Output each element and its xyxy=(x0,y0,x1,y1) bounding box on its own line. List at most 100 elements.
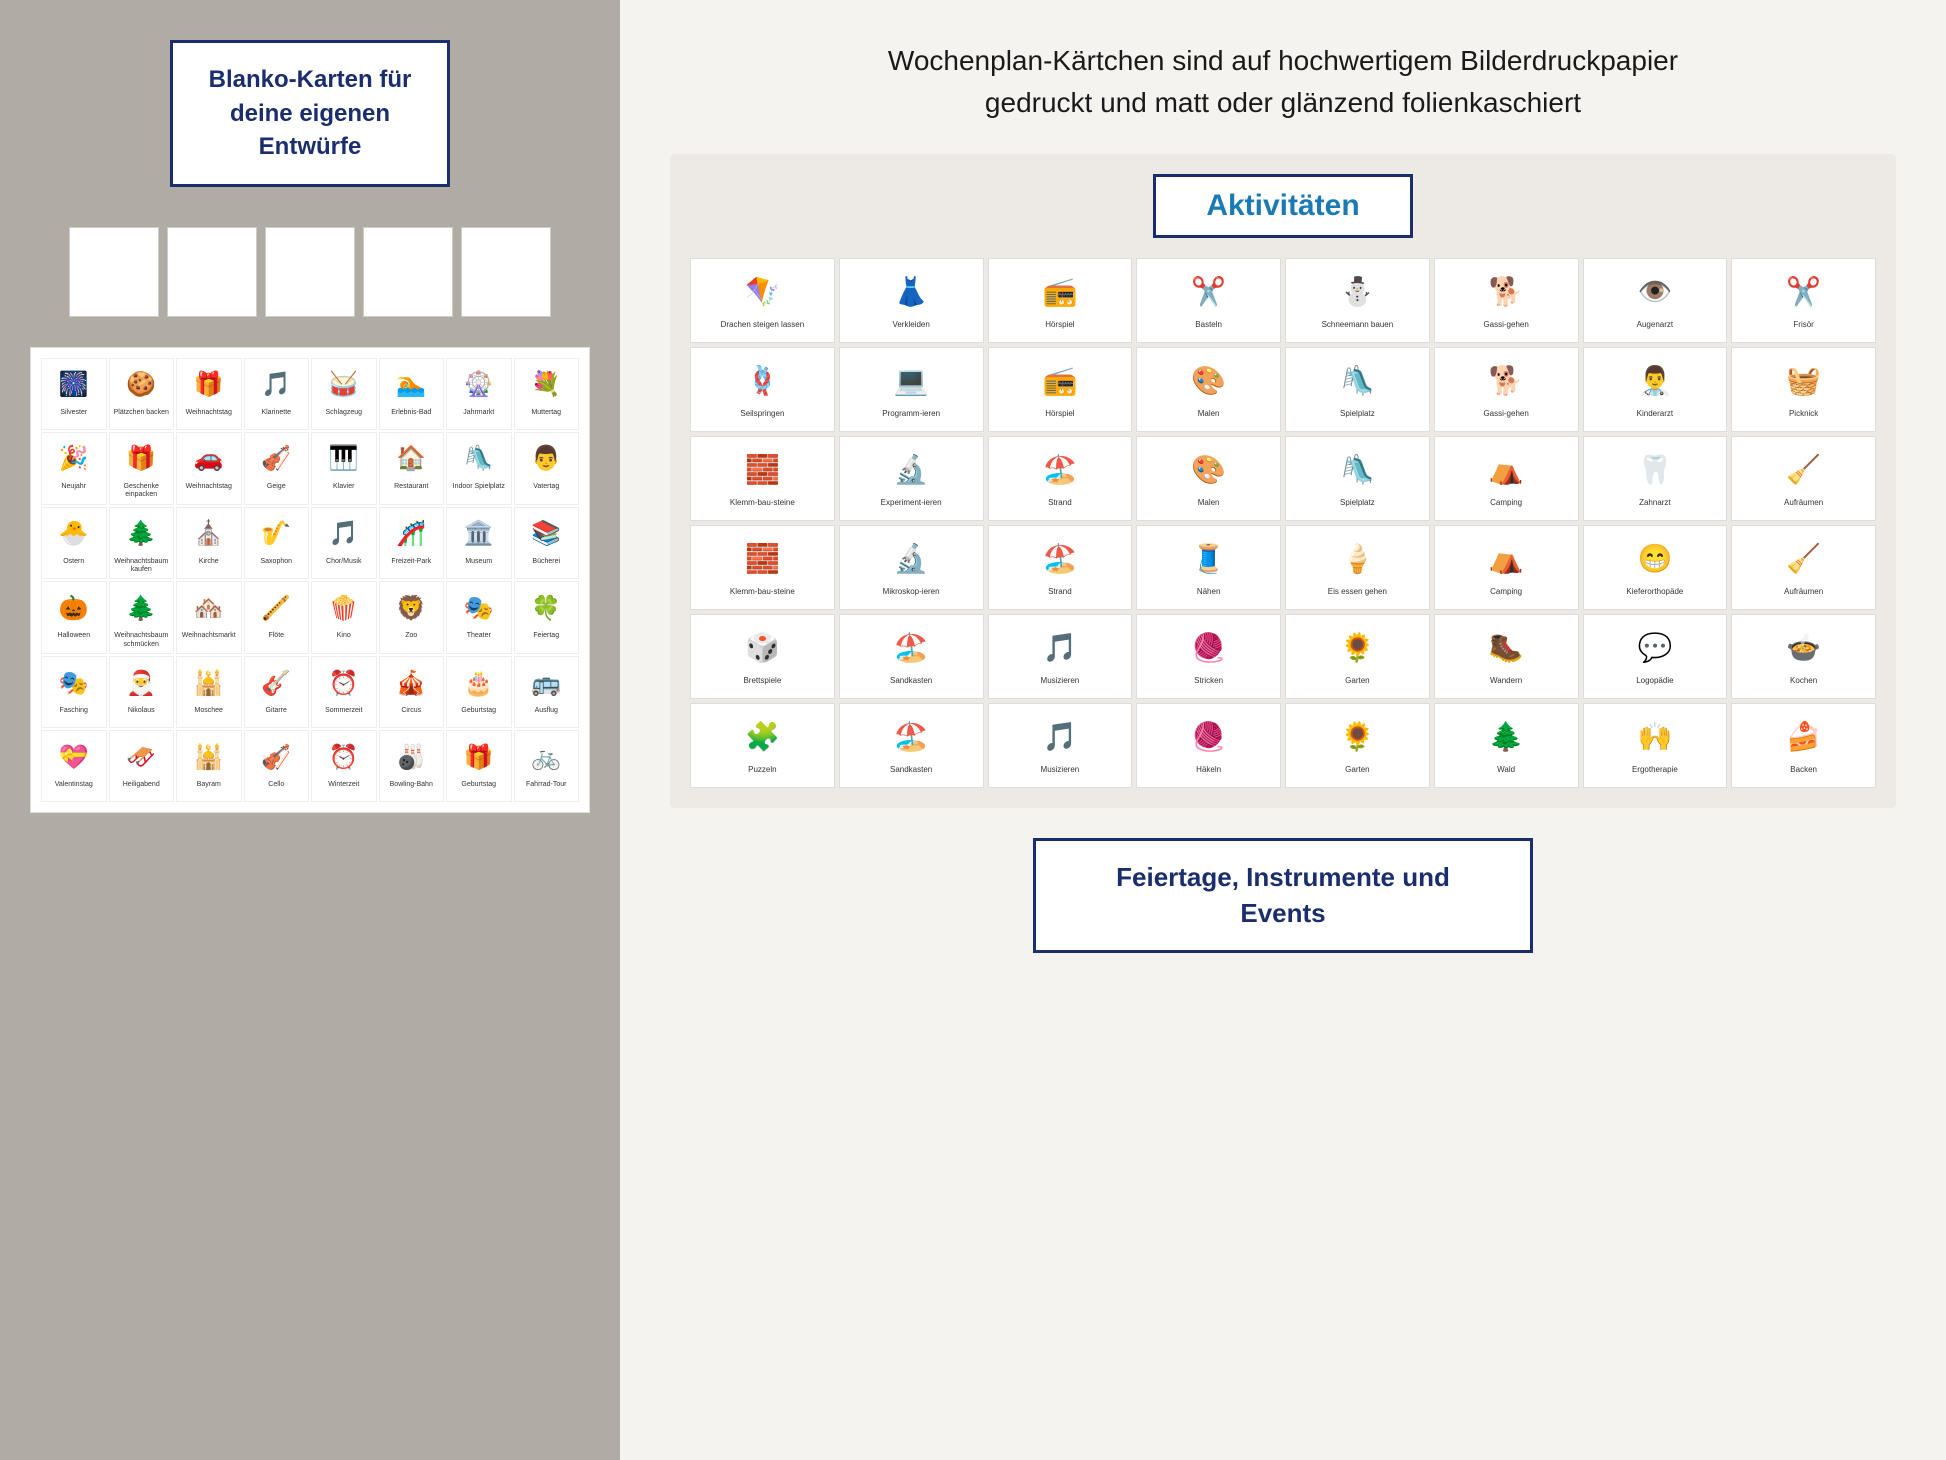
akt-card: 🌲 Wald xyxy=(1434,703,1579,788)
intro-text: Wochenplan-Kärtchen sind auf hochwertige… xyxy=(833,40,1733,124)
card-item: 🍿 Kino xyxy=(311,581,377,654)
card-item: 🎁 Weihnachtstag xyxy=(176,358,242,430)
akt-icon: 🍲 xyxy=(1778,621,1830,673)
akt-label: Strand xyxy=(1048,498,1072,508)
akt-icon: 🧩 xyxy=(736,710,788,762)
card-item: 👨 Vatertag xyxy=(514,432,580,505)
card-icon: 🚲 xyxy=(524,735,568,779)
card-icon: 🎅 xyxy=(119,661,163,705)
akt-label: Stricken xyxy=(1194,676,1223,686)
akt-card: 🧶 Stricken xyxy=(1136,614,1281,699)
card-label: Zoo xyxy=(405,632,417,640)
akt-card: 🛝 Spielplatz xyxy=(1285,347,1430,432)
akt-label: Schneemann bauen xyxy=(1322,320,1394,330)
akt-label: Augenarzt xyxy=(1637,320,1673,330)
card-icon: 📚 xyxy=(524,512,568,556)
akt-icon: 🌻 xyxy=(1331,621,1383,673)
akt-card: 🙌 Ergotherapie xyxy=(1583,703,1728,788)
akt-icon: 🎵 xyxy=(1034,621,1086,673)
card-item: 💐 Muttertag xyxy=(514,358,580,430)
card-label: Erlebnis-Bad xyxy=(391,409,431,417)
akt-card: 🎨 Malen xyxy=(1136,347,1281,432)
akt-card: 👗 Verkleiden xyxy=(839,258,984,343)
card-icon: 🎷 xyxy=(254,512,298,556)
card-item: 🎁 Geburtstag xyxy=(446,730,512,802)
card-label: Halloween xyxy=(57,632,90,640)
akt-label: Klemm-bau-steine xyxy=(730,587,795,597)
card-item: 🎅 Nikolaus xyxy=(109,656,175,728)
akt-label: Wandern xyxy=(1490,676,1522,686)
card-icon: 🕌 xyxy=(187,735,231,779)
card-item: 🐣 Ostern xyxy=(41,507,107,580)
akt-label: Frisör xyxy=(1793,320,1813,330)
card-icon: 🦁 xyxy=(389,586,433,630)
card-label: Bowling-Bahn xyxy=(390,781,433,789)
card-label: Chor/Musik xyxy=(326,558,361,566)
card-label: Saxophon xyxy=(260,558,292,566)
akt-card: 🍦 Eis essen gehen xyxy=(1285,525,1430,610)
card-icon: 🎃 xyxy=(52,586,96,630)
card-icon: 🐣 xyxy=(52,512,96,556)
akt-label: Musizieren xyxy=(1041,765,1080,775)
card-label: Restaurant xyxy=(394,483,428,491)
card-item: 🌲 Weihnachtsbaum schmücken xyxy=(109,581,175,654)
card-item: 🎉 Neujahr xyxy=(41,432,107,505)
card-label: Klarinette xyxy=(261,409,291,417)
card-icon: 🎂 xyxy=(457,661,501,705)
akt-label: Experiment-ieren xyxy=(881,498,942,508)
akt-card: 🎲 Brettspiele xyxy=(690,614,835,699)
card-label: Fahrrad-Tour xyxy=(526,781,566,789)
akt-icon: 🌻 xyxy=(1331,710,1383,762)
akt-label: Zahnarzt xyxy=(1639,498,1671,508)
card-icon: 💝 xyxy=(52,735,96,779)
card-item: 🚲 Fahrrad-Tour xyxy=(514,730,580,802)
card-icon: 🎁 xyxy=(457,735,501,779)
card-icon: 🎭 xyxy=(457,586,501,630)
akt-card: 💬 Logopädie xyxy=(1583,614,1728,699)
card-item: 🎻 Geige xyxy=(244,432,310,505)
akt-label: Sandkasten xyxy=(890,765,932,775)
card-grid: 🎆 Silvester 🍪 Plätzchen backen 🎁 Weihnac… xyxy=(41,358,579,802)
akt-label: Hörspiel xyxy=(1045,409,1074,419)
card-label: Weihnachtstag xyxy=(186,409,232,417)
card-icon: 🌲 xyxy=(119,512,163,556)
card-item: 🎳 Bowling-Bahn xyxy=(379,730,445,802)
card-item: 🎁 Geschenke einpacken xyxy=(109,432,175,505)
left-panel: Blanko-Karten für deine eigenen Entwürfe… xyxy=(0,0,620,1460)
card-icon: ⏰ xyxy=(322,661,366,705)
akt-label: Backen xyxy=(1790,765,1817,775)
card-label: Weihnachtsbaum schmücken xyxy=(112,632,172,649)
akt-icon: 👗 xyxy=(885,265,937,317)
akt-icon: 🔬 xyxy=(885,532,937,584)
akt-card: 🧺 Picknick xyxy=(1731,347,1876,432)
card-label: Gitarre xyxy=(266,707,287,715)
card-item: 🥁 Schlagzeug xyxy=(311,358,377,430)
akt-label: Spielplatz xyxy=(1340,498,1375,508)
card-item: 🎆 Silvester xyxy=(41,358,107,430)
akt-icon: 🧺 xyxy=(1778,354,1830,406)
akt-icon: 🎨 xyxy=(1183,443,1235,495)
card-icon: 🍀 xyxy=(524,586,568,630)
akt-icon: 🧹 xyxy=(1778,443,1830,495)
card-icon: 👨 xyxy=(524,437,568,481)
akt-label: Nähen xyxy=(1197,587,1221,597)
akt-card: ✂️ Basteln xyxy=(1136,258,1281,343)
akt-icon: 🐕 xyxy=(1480,265,1532,317)
card-icon: 🍿 xyxy=(322,586,366,630)
card-label: Sommerzeit xyxy=(325,707,362,715)
card-item: 🕌 Bayram xyxy=(176,730,242,802)
card-label: Circus xyxy=(401,707,421,715)
akt-icon: 🧱 xyxy=(736,532,788,584)
card-item: 🌲 Weihnachtsbaum kaufen xyxy=(109,507,175,580)
akt-icon: 🦷 xyxy=(1629,443,1681,495)
card-label: Museum xyxy=(465,558,492,566)
akt-icon: 🌲 xyxy=(1480,710,1532,762)
right-panel: Wochenplan-Kärtchen sind auf hochwertige… xyxy=(620,0,1946,1460)
aktivitaeten-grid: 🪁 Drachen steigen lassen 👗 Verkleiden 📻 … xyxy=(690,258,1876,788)
card-icon: 🌲 xyxy=(119,586,163,630)
akt-icon: 🛝 xyxy=(1331,354,1383,406)
akt-card: 🐕 Gassi-gehen xyxy=(1434,347,1579,432)
aktivitaeten-section: Aktivitäten 🪁 Drachen steigen lassen 👗 V… xyxy=(670,154,1896,808)
akt-icon: 💬 xyxy=(1629,621,1681,673)
akt-icon: 🎲 xyxy=(736,621,788,673)
